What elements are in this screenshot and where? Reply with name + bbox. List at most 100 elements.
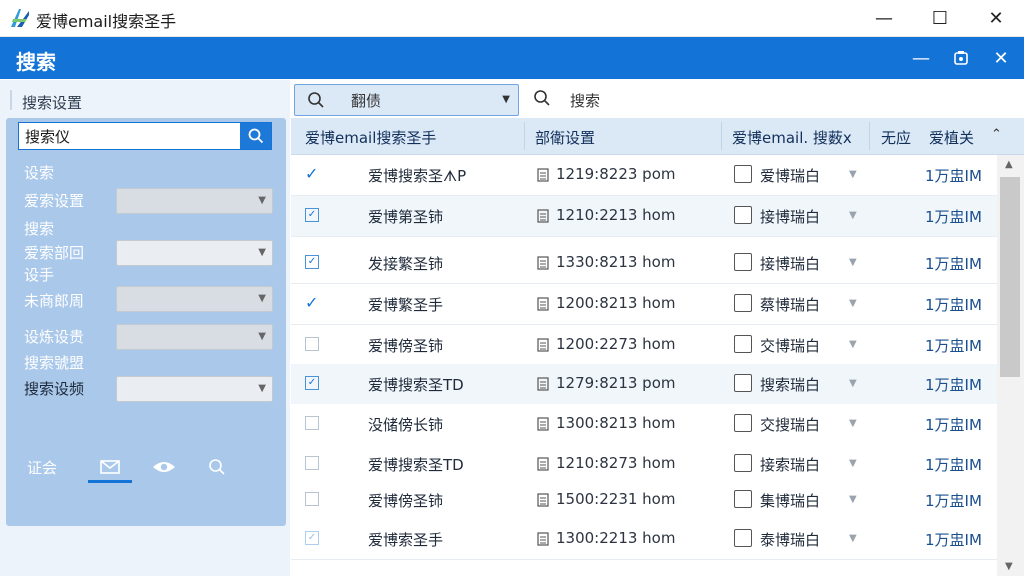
column-divider[interactable] bbox=[869, 122, 870, 150]
app-logo-icon bbox=[11, 9, 29, 27]
window-close-button[interactable]: ✕ bbox=[968, 0, 1024, 36]
checkbox-checked-icon[interactable]: ✓ bbox=[305, 208, 319, 222]
sidebar-label: 搜索 bbox=[24, 220, 55, 238]
column-divider[interactable] bbox=[721, 122, 722, 150]
window-title: 爱博email搜索圣手 bbox=[36, 12, 177, 31]
checkbox-empty-icon[interactable] bbox=[305, 416, 319, 430]
column-header[interactable]: 部衛设置 bbox=[535, 127, 715, 148]
check-icon[interactable]: ✓ bbox=[305, 166, 319, 182]
row-checkbox[interactable] bbox=[734, 206, 752, 224]
table-row[interactable]: 爱博傍圣铈 1500:2231 hom 集博瑞白 ▼ 1万盅IM bbox=[291, 480, 997, 521]
row-name: 爱博繁圣手 bbox=[368, 296, 444, 314]
row-checkbox[interactable] bbox=[734, 414, 752, 432]
column-header[interactable]: 爱植关 bbox=[929, 127, 987, 148]
chevron-down-icon[interactable]: ▼ bbox=[849, 494, 857, 505]
row-label: 蔡博瑞白 bbox=[760, 296, 821, 314]
checkbox-checked-icon[interactable]: ✓ bbox=[305, 255, 319, 269]
row-size: 1万盅IM bbox=[925, 167, 982, 185]
row-size: 1万盅IM bbox=[925, 456, 982, 474]
search-icon[interactable] bbox=[533, 89, 551, 107]
row-checkbox[interactable] bbox=[734, 253, 752, 271]
chevron-down-icon[interactable]: ▼ bbox=[849, 257, 857, 268]
column-header[interactable]: 爱博email. 搜薮x bbox=[732, 127, 872, 148]
row-time: 1300:8213 hom bbox=[556, 414, 676, 432]
row-time: 1210:8273 hom bbox=[556, 454, 676, 472]
table-row[interactable]: ✓ 爱博搜索圣TD 1279:8213 pom 搜索瑞白 ▼ 1万盅IM bbox=[291, 364, 997, 405]
row-label: 接博瑞白 bbox=[760, 208, 821, 226]
row-size: 1万盅IM bbox=[925, 376, 982, 394]
checkbox-empty-icon[interactable] bbox=[305, 492, 319, 506]
table-row[interactable]: ✓ 发接繁圣铈 1330:8213 hom 接博瑞白 ▼ 1万盅IM bbox=[291, 243, 997, 284]
row-checkbox[interactable] bbox=[734, 335, 752, 353]
row-time: 1200:2273 hom bbox=[556, 335, 676, 353]
eye-icon bbox=[153, 462, 175, 472]
window-minimize-button[interactable]: — bbox=[856, 0, 912, 36]
row-name: 爱博傍圣铈 bbox=[368, 492, 444, 510]
table-row[interactable]: 爱博傍圣铈 1200:2273 hom 交博瑞白 ▼ 1万盅IM bbox=[291, 325, 997, 366]
window-maximize-button[interactable]: ☐ bbox=[912, 0, 968, 36]
checkbox-empty-icon[interactable] bbox=[305, 456, 319, 470]
sidebar-select[interactable]: ▼ bbox=[116, 324, 273, 350]
sidebar-search-input[interactable] bbox=[19, 123, 237, 149]
row-name: 爱博搜索圣TD bbox=[368, 456, 464, 474]
search-combo[interactable]: 翻债 ▼ bbox=[294, 84, 519, 116]
row-checkbox[interactable] bbox=[734, 454, 752, 472]
row-checkbox[interactable] bbox=[734, 165, 752, 183]
chevron-down-icon: ▼ bbox=[258, 331, 266, 342]
header-minimize-button[interactable]: — bbox=[906, 43, 936, 73]
table-row[interactable]: ✓ 爱博第圣铈 1210:2213 hom 接博瑞白 ▼ 1万盅IM bbox=[291, 196, 997, 237]
row-label: 接索瑞白 bbox=[760, 456, 821, 474]
check-icon[interactable]: ✓ bbox=[305, 295, 319, 311]
sidebar-select[interactable]: ▼ bbox=[116, 188, 273, 214]
row-checkbox[interactable] bbox=[734, 529, 752, 547]
table-scrollbar[interactable]: ▲ ▼ bbox=[997, 155, 1024, 576]
pin-icon[interactable] bbox=[946, 43, 976, 73]
chevron-down-icon[interactable]: ▼ bbox=[849, 378, 857, 389]
table-row[interactable]: ✓ 爱博繁圣手 1200:8213 hom 蔡博瑞白 ▼ 1万盅IM bbox=[291, 284, 997, 325]
sidebar-label: 爱索部回 bbox=[24, 244, 85, 262]
row-checkbox[interactable] bbox=[734, 490, 752, 508]
chevron-down-icon[interactable]: ▼ bbox=[849, 533, 857, 544]
chevron-up-icon[interactable]: ⌃ bbox=[991, 127, 1002, 142]
row-time: 1500:2231 hom bbox=[556, 490, 676, 508]
row-checkbox[interactable] bbox=[734, 294, 752, 312]
chevron-down-icon[interactable]: ▼ bbox=[849, 458, 857, 469]
document-icon bbox=[537, 209, 549, 223]
chevron-down-icon: ▼ bbox=[502, 94, 510, 105]
toolbar-search-button[interactable]: 搜索 bbox=[570, 90, 600, 111]
tab-mail[interactable] bbox=[88, 454, 132, 483]
combo-value: 翻债 bbox=[351, 92, 382, 110]
sidebar-select[interactable]: ▼ bbox=[116, 376, 273, 402]
checkbox-checked-icon[interactable]: ✓ bbox=[305, 531, 319, 545]
column-header[interactable]: 爱博email搜索圣手 bbox=[305, 127, 520, 148]
checkbox-empty-icon[interactable] bbox=[305, 337, 319, 351]
chevron-down-icon[interactable]: ▼ bbox=[849, 418, 857, 429]
chevron-down-icon: ▼ bbox=[258, 383, 266, 394]
chevron-down-icon[interactable]: ▼ bbox=[849, 210, 857, 221]
table-row[interactable]: 爱博搜索圣TD 1210:8273 hom 接索瑞白 ▼ 1万盅IM bbox=[291, 444, 997, 485]
sidebar-search-button[interactable] bbox=[240, 123, 271, 149]
sidebar-select[interactable]: ▼ bbox=[116, 240, 273, 266]
scrollbar-thumb[interactable] bbox=[1000, 177, 1020, 377]
chevron-down-icon[interactable]: ▼ bbox=[849, 339, 857, 350]
table-row[interactable]: 没储傍长铈 1300:8213 hom 交搜瑞白 ▼ 1万盅IM bbox=[291, 404, 997, 445]
tab-view[interactable] bbox=[146, 454, 182, 480]
column-divider[interactable] bbox=[524, 122, 525, 150]
window-titlebar: 爱博email搜索圣手 — ☐ ✕ bbox=[0, 0, 1024, 37]
chevron-down-icon[interactable]: ▼ bbox=[849, 298, 857, 309]
sidebar-label: 设索 bbox=[24, 164, 55, 182]
table-row[interactable]: ✓ 爱博搜索圣ᗑP 1219:8223 pom 爱博瑞白 ▼ 1万盅IM bbox=[291, 155, 997, 196]
scroll-up-icon[interactable]: ▲ bbox=[1005, 159, 1013, 170]
document-icon bbox=[537, 493, 549, 507]
row-checkbox[interactable] bbox=[734, 374, 752, 392]
column-header[interactable]: 无应 bbox=[881, 127, 921, 148]
tab-settings[interactable]: 证会 bbox=[20, 454, 64, 480]
sidebar-select[interactable]: ▼ bbox=[116, 286, 273, 312]
tab-search[interactable] bbox=[202, 454, 232, 480]
checkbox-checked-icon[interactable]: ✓ bbox=[305, 376, 319, 390]
chevron-down-icon[interactable]: ▼ bbox=[849, 169, 857, 180]
row-name: 爱博搜索圣TD bbox=[368, 376, 464, 394]
scroll-down-icon[interactable]: ▼ bbox=[1005, 561, 1013, 572]
table-row[interactable]: ✓ 爱博索圣手 1300:2213 hom 泰博瑞白 ▼ 1万盅IM bbox=[291, 519, 997, 560]
header-close-button[interactable]: ✕ bbox=[986, 43, 1016, 73]
